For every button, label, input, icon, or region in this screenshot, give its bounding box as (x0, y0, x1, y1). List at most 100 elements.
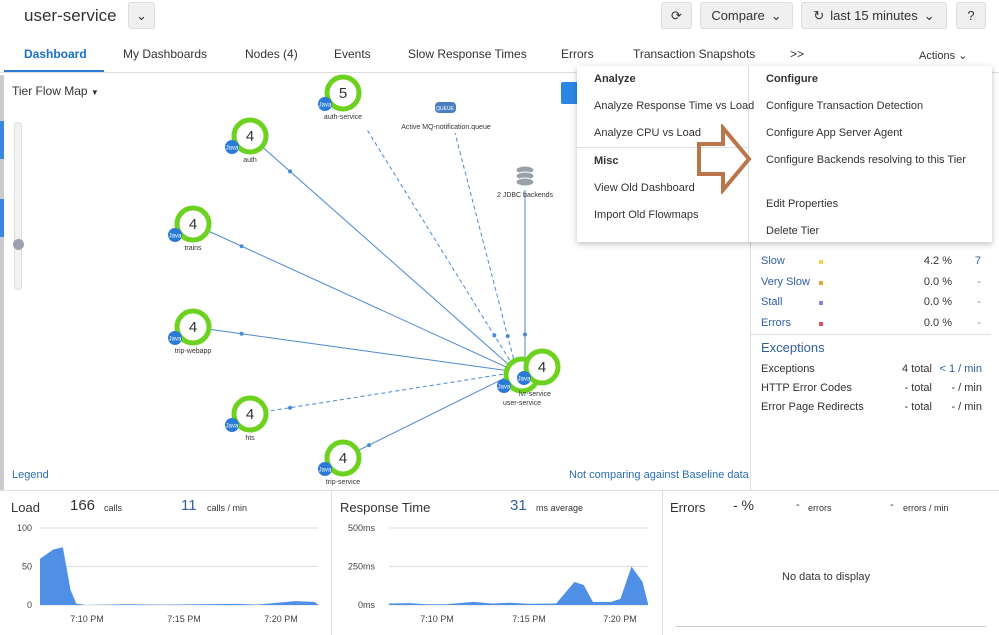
arrow-annotation-icon (697, 124, 752, 194)
edge-arrow-icon (239, 331, 244, 336)
java-badge-label: Java (498, 385, 511, 391)
help-button[interactable]: ? (956, 2, 986, 29)
x-tick-label: 7:10 PM (420, 614, 454, 624)
chevron-down-icon: ⌄ (958, 50, 968, 62)
sync-icon: ↻ (813, 7, 825, 23)
menu-item-edit-properties[interactable]: Edit Properties (766, 198, 838, 210)
edge-arrow-icon (367, 443, 372, 448)
y-tick-label: 0ms (358, 600, 376, 610)
exception-rate[interactable]: < 1 / min (930, 363, 983, 375)
node-label: auth (243, 157, 257, 164)
exception-rate: - / min (951, 382, 982, 394)
database-icon (515, 177, 535, 187)
menu-item-view-old-dashboard[interactable]: View Old Dashboard (594, 182, 695, 194)
stat-percent: 0.0 % (923, 275, 952, 288)
area-series (40, 547, 318, 605)
x-tick-label: 7:20 PM (264, 614, 298, 624)
exception-total: - total (904, 401, 932, 413)
exception-total: - total (904, 382, 932, 394)
exceptions-heading[interactable]: Exceptions (761, 340, 825, 355)
tier-node-auth-service[interactable]: 5 Java auth-service (318, 74, 362, 121)
node-label: auth-service (324, 114, 362, 121)
menu-item-configure-app-server-agent[interactable]: Configure App Server Agent (766, 127, 902, 139)
node-label: trip-service (326, 479, 360, 486)
exception-row-label: Exceptions (761, 363, 815, 375)
tier-node-hts[interactable]: 4 Javahts (225, 395, 269, 442)
menu-item-configure-backends[interactable]: Configure Backends resolving to this Tie… (766, 154, 966, 166)
exception-row-label: Error Page Redirects (761, 401, 864, 413)
edge-arrow-icon (239, 244, 244, 249)
legend-link[interactable]: Legend (12, 469, 49, 481)
area-series (389, 566, 648, 605)
x-tick-label: 7:10 PM (70, 614, 104, 624)
divider (751, 334, 991, 335)
tab-more[interactable]: >> (790, 47, 804, 61)
java-badge-label: Java (226, 424, 239, 430)
y-tick-label: 100 (17, 523, 32, 533)
exception-rate: - / min (951, 401, 982, 413)
menu-item-analyze-cpu[interactable]: Analyze CPU vs Load (594, 127, 701, 139)
actions-menu-button[interactable]: Actions ⌄ (919, 49, 967, 62)
node-label: lvr-service (519, 391, 551, 398)
status-dot-icon (819, 280, 823, 285)
help-label: ? (967, 8, 975, 23)
java-badge-label: Java (319, 468, 332, 474)
java-badge-label: Java (169, 337, 182, 343)
baseline-link[interactable]: Not comparing against Baseline data (569, 469, 749, 481)
java-badge-label: Java (319, 103, 332, 109)
stat-percent: 4.2 % (923, 255, 952, 267)
stat-count: - (977, 296, 981, 308)
y-tick-label: 0 (27, 600, 32, 610)
node-count: 4 (538, 359, 546, 376)
stat-percent: 0.0 % (923, 296, 952, 308)
node-count: 4 (189, 216, 197, 233)
time-range-button[interactable]: ↻ last 15 minutes ⌄ (801, 2, 947, 29)
stat-label[interactable]: Errors (761, 317, 791, 329)
chevron-down-icon: ⌄ (770, 7, 782, 23)
java-badge-label: Java (518, 377, 531, 383)
charts: 100 50 0 7:10 PM 7:15 PM 7:20 PM 500ms 250ms 0ms… (17, 523, 648, 624)
exception-row-label: HTTP Error Codes (761, 382, 852, 394)
status-dot-icon (819, 301, 823, 305)
menu-item-delete-tier[interactable]: Delete Tier (766, 225, 819, 237)
node-count: 4 (246, 128, 254, 145)
tier-node-trip-service[interactable]: 4 Java trip-service (318, 439, 362, 486)
edge-arrow-icon (492, 333, 497, 338)
chevron-down-icon: ⌄ (923, 7, 935, 23)
edge-arrow-icon (505, 334, 510, 339)
tier-node-trains[interactable]: 4 Javatrains (168, 205, 212, 252)
x-tick-label: 7:15 PM (167, 614, 201, 624)
time-range-label: last 15 minutes (830, 8, 918, 23)
edge-arrow-icon (523, 332, 527, 337)
stat-label[interactable]: Stall (761, 296, 782, 308)
x-tick-label: 7:15 PM (512, 614, 546, 624)
node-label: hts (245, 435, 255, 442)
node-label: user-service (503, 400, 541, 407)
stat-count[interactable]: 7 (960, 255, 981, 267)
actions-menu: Analyze Analyze Response Time vs Load An… (577, 66, 992, 242)
node-count: 4 (339, 450, 347, 467)
menu-item-analyze-response-time[interactable]: Analyze Response Time vs Load (594, 100, 754, 112)
actions-label: Actions (919, 50, 956, 62)
node-label: trip-webapp (175, 348, 212, 355)
configure-heading: Configure (766, 73, 818, 85)
exception-total: 4 total (902, 363, 932, 375)
y-tick-label: 50 (22, 562, 32, 572)
stat-label[interactable]: Slow (761, 255, 785, 267)
tier-node-auth[interactable]: 4 Java auth (225, 117, 269, 164)
stat-count: - (977, 316, 981, 329)
edge-arrow-icon (288, 405, 293, 410)
y-tick-label: 500ms (348, 523, 376, 533)
misc-heading: Misc (594, 155, 619, 167)
stat-label[interactable]: Very Slow (761, 276, 810, 288)
analyze-heading: Analyze (594, 73, 636, 85)
node-count: 4 (246, 406, 254, 423)
queue-label[interactable]: Active MQ-notification.queue (401, 124, 491, 131)
stat-percent: 0.0 % (923, 316, 952, 329)
node-count: 4 (189, 319, 197, 336)
db-label[interactable]: 2 JDBC backends (497, 192, 554, 199)
menu-item-configure-transaction-detection[interactable]: Configure Transaction Detection (766, 100, 923, 112)
x-tick-label: 7:20 PM (603, 614, 637, 624)
tier-node-trip-webapp[interactable]: 4 Java trip-webapp (168, 308, 212, 355)
menu-item-import-old-flowmaps[interactable]: Import Old Flowmaps (594, 209, 699, 221)
